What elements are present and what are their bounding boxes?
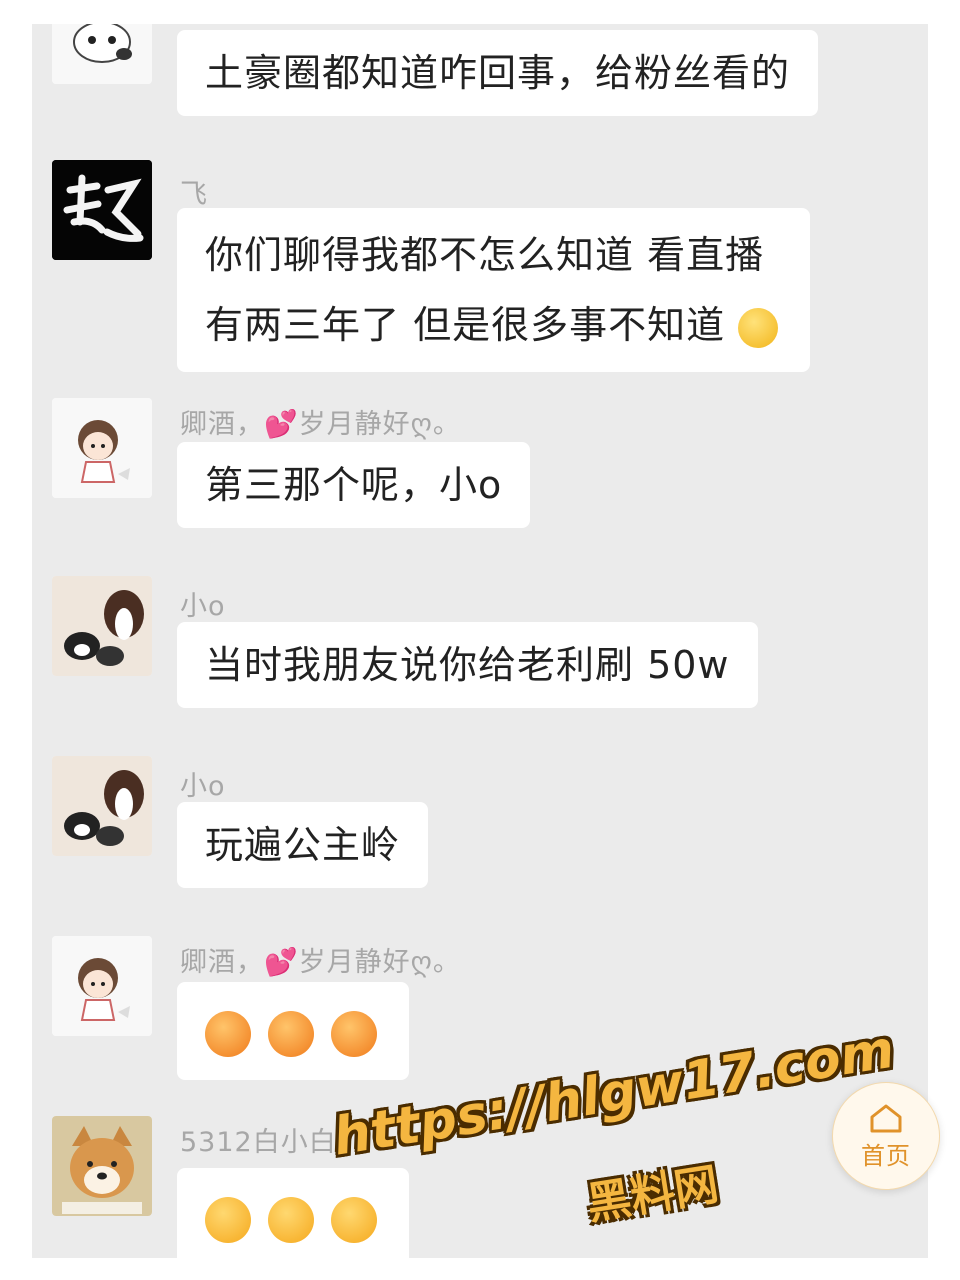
heart-icon: 💕: [264, 947, 299, 978]
home-button[interactable]: 首页: [832, 1082, 940, 1190]
crying-laugh-emoji-icon: [268, 1196, 315, 1243]
cartoon-girl-avatar[interactable]: [52, 936, 152, 1036]
message-bubble[interactable]: 你们聊得我都不怎么知道 看直播 有两三年了 但是很多事不知道: [177, 208, 811, 372]
sender-name: 卿酒，💕岁月静好ღ。: [180, 947, 461, 978]
message-bubble[interactable]: 玩遍公主岭: [177, 802, 429, 888]
sender-name: 飞: [180, 179, 208, 210]
message-bubble[interactable]: [177, 1168, 410, 1258]
message-text: 玩遍公主岭: [205, 823, 401, 867]
heart-icon: 💕: [264, 409, 299, 440]
calligraphy-avatar[interactable]: [52, 160, 152, 260]
message-bubble[interactable]: 第三那个呢，小o: [177, 442, 531, 528]
message-text-line: 有两三年了 但是很多事不知道: [205, 303, 726, 347]
message-bubble[interactable]: 土豪圈都知道咋回事，给粉丝看的: [177, 30, 819, 116]
message-bubble[interactable]: [177, 982, 410, 1080]
dogs-avatar[interactable]: [52, 756, 152, 856]
message-bubble[interactable]: 当时我朋友说你给老利刷 50w: [177, 622, 758, 708]
angry-emoji-icon: [268, 1010, 315, 1057]
sender-name: 小o: [180, 771, 226, 802]
message-text: 土豪圈都知道咋回事，给粉丝看的: [205, 51, 791, 95]
message-text: 当时我朋友说你给老利刷 50w: [205, 643, 730, 687]
bottom-bar: [32, 1258, 928, 1280]
crying-laugh-emoji-icon: [331, 1196, 378, 1243]
angry-emoji-icon: [331, 1010, 378, 1057]
message-text-line: 你们聊得我都不怎么知道 看直播: [205, 233, 765, 277]
sender-name: 5312白小白: [180, 1127, 337, 1158]
dogs-avatar[interactable]: [52, 576, 152, 676]
home-icon: [870, 1104, 902, 1132]
grin-emoji-icon: [738, 307, 779, 348]
sender-name: 小o: [180, 591, 226, 622]
chat-area: 土豪圈都知道咋回事，给粉丝看的 飞 你们聊得我都不怎么知道 看直播 有两三年了 …: [32, 24, 928, 1258]
angry-emoji-icon: [205, 1010, 251, 1057]
shiba-avatar[interactable]: [52, 1116, 152, 1216]
sender-name: 卿酒，💕岁月静好ღ。: [180, 409, 461, 440]
panda-avatar[interactable]: [52, 24, 152, 84]
crying-laugh-emoji-icon: [205, 1196, 251, 1243]
home-label: 首页: [861, 1141, 911, 1170]
message-text: 第三那个呢，小o: [205, 463, 503, 507]
cartoon-girl-avatar[interactable]: [52, 398, 152, 498]
